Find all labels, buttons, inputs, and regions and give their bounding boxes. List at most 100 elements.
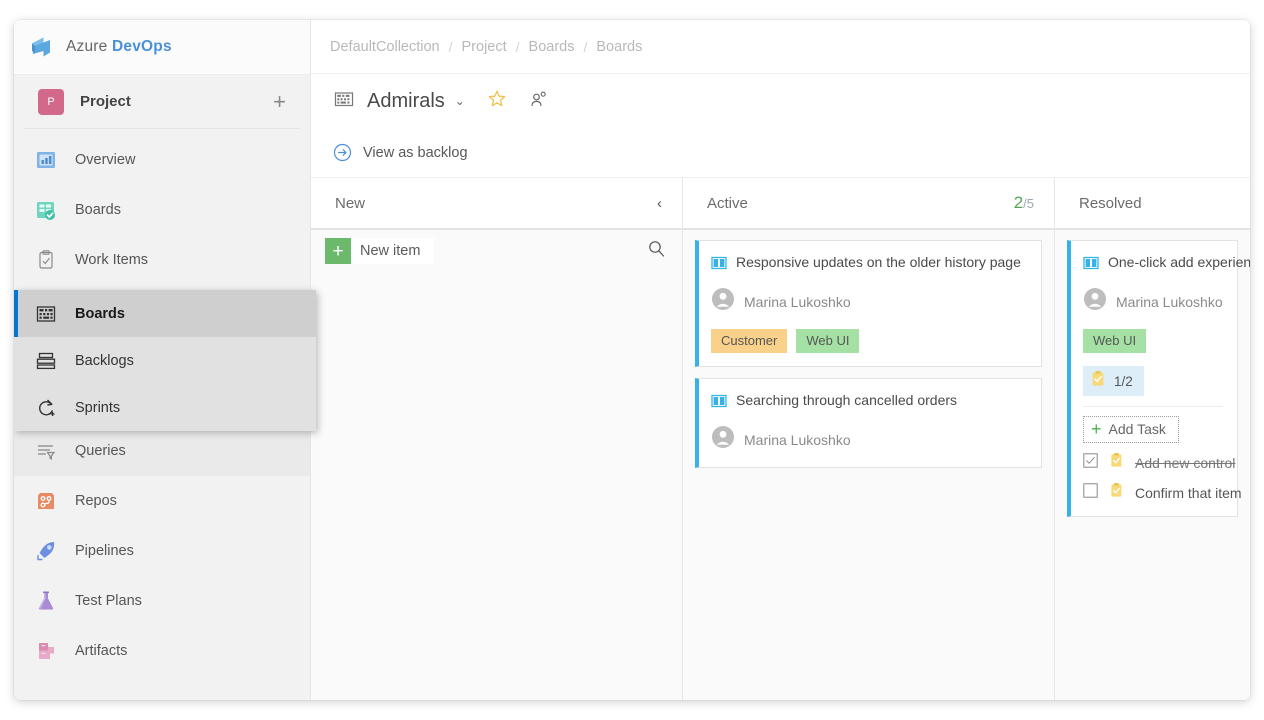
user-story-icon: [711, 393, 727, 414]
card-tags: Customer Web UI: [711, 329, 1027, 353]
board-column-new: New ‹ + New item: [311, 178, 683, 700]
boards-icon: [333, 88, 355, 115]
breadcrumb-item-project[interactable]: Project: [453, 39, 516, 55]
sidebar-item-test-plans[interactable]: Test Plans: [14, 576, 310, 626]
board-card[interactable]: Responsive updates on the older history …: [695, 240, 1042, 367]
add-project-icon[interactable]: +: [273, 91, 286, 113]
add-task-label: Add Task: [1109, 421, 1166, 437]
collapse-column-icon[interactable]: ‹: [657, 195, 662, 212]
column-wip-count: 2/5: [1014, 193, 1034, 213]
work-items-icon: [32, 249, 60, 271]
people-icon[interactable]: [529, 89, 549, 114]
board-card[interactable]: Searching through cancelled orders Mari: [695, 378, 1042, 468]
flyout-item-boards[interactable]: Boards: [14, 290, 316, 337]
task-row[interactable]: Confirm that item: [1083, 482, 1223, 503]
sidebar-item-label: Artifacts: [75, 643, 127, 659]
breadcrumb-item-boards-hub[interactable]: Boards: [520, 39, 584, 55]
star-icon[interactable]: [487, 89, 507, 114]
view-as-backlog-label: View as backlog: [363, 145, 468, 161]
sidebar-item-work-items[interactable]: Work Items: [14, 235, 310, 285]
organization-header[interactable]: Azure DevOps: [14, 20, 310, 75]
board-title-row: Admirals ⌄: [311, 74, 1250, 128]
kanban-board: New ‹ + New item: [311, 178, 1250, 700]
sidebar-item-label: Repos: [75, 493, 117, 509]
task-row[interactable]: Add new control: [1083, 452, 1223, 473]
search-icon[interactable]: [647, 239, 668, 263]
azure-devops-window: Azure DevOps P Project + Overview: [14, 20, 1250, 700]
board-toolbar: View as backlog: [311, 128, 1250, 178]
plus-icon: +: [325, 238, 351, 264]
column-body: + New item: [311, 228, 682, 700]
checkbox-checked-icon[interactable]: [1083, 453, 1098, 473]
flyout-item-sprints[interactable]: Sprints: [14, 384, 316, 431]
flyout-item-label: Sprints: [75, 400, 120, 416]
sidebar-item-overview[interactable]: Overview: [14, 135, 310, 185]
task-text: Confirm that item: [1135, 485, 1242, 501]
flyout-item-backlogs[interactable]: Backlogs: [14, 337, 316, 384]
flyout-item-label: Boards: [75, 306, 125, 322]
card-assignee: Marina Lukoshko: [711, 425, 1027, 454]
card-tag[interactable]: Web UI: [796, 329, 859, 353]
repos-icon: [32, 490, 60, 512]
sidebar-item-label: Test Plans: [75, 593, 142, 609]
card-title-row: One-click add experience: [1083, 253, 1223, 276]
sidebar-item-label: Overview: [75, 152, 135, 168]
sidebar-item-repos[interactable]: Repos: [14, 476, 310, 526]
wip-limit: /5: [1023, 196, 1034, 211]
test-plans-icon: [32, 590, 60, 612]
task-icon: [1109, 452, 1124, 473]
card-assignee: Marina Lukoshko: [1083, 287, 1223, 316]
card-tag[interactable]: Web UI: [1083, 329, 1146, 353]
new-item-row: + New item: [325, 238, 668, 264]
breadcrumb-item-collection[interactable]: DefaultCollection: [321, 39, 449, 55]
task-text: Add new control: [1135, 455, 1235, 471]
column-header: New ‹: [311, 178, 682, 228]
new-item-button[interactable]: + New item: [325, 238, 434, 264]
sidebar-item-artifacts[interactable]: Artifacts: [14, 626, 310, 676]
breadcrumb-item-boards[interactable]: Boards: [587, 39, 651, 55]
card-tasks-section: + Add Task: [1083, 406, 1223, 503]
pipelines-icon: [32, 540, 60, 562]
task-icon: [1109, 482, 1124, 503]
arrow-right-circle-icon: [333, 143, 352, 162]
assignee-name: Marina Lukoshko: [744, 294, 851, 310]
sidebar: Azure DevOps P Project + Overview: [14, 20, 311, 700]
avatar: [1083, 287, 1107, 316]
organization-name: Azure DevOps: [66, 38, 172, 56]
checkbox-unchecked-icon[interactable]: [1083, 483, 1098, 503]
page-title: Admirals: [367, 90, 445, 113]
queries-icon: [32, 440, 60, 462]
card-title: Responsive updates on the older history …: [736, 253, 1021, 271]
breadcrumb: DefaultCollection / Project / Boards / B…: [311, 20, 1250, 74]
column-body: One-click add experience Marina Lukoshk: [1055, 228, 1250, 700]
sprints-icon: [32, 397, 60, 419]
card-title-row: Responsive updates on the older history …: [711, 253, 1027, 276]
task-icon: [1090, 370, 1106, 392]
sidebar-item-pipelines[interactable]: Pipelines: [14, 526, 310, 576]
task-progress-text: 1/2: [1114, 374, 1133, 389]
column-title: Active: [707, 195, 1014, 212]
boards-flyout-menu: Boards Backlogs: [14, 290, 316, 431]
sidebar-item-label: Work Items: [75, 252, 148, 268]
assignee-name: Marina Lukoshko: [1116, 294, 1223, 310]
card-tag[interactable]: Customer: [711, 329, 787, 353]
sidebar-item-boards-hub[interactable]: Boards: [14, 185, 310, 235]
column-body: Responsive updates on the older history …: [683, 228, 1054, 700]
azure-devops-logo-icon: [28, 34, 54, 60]
column-title: Resolved: [1079, 195, 1230, 212]
column-title: New: [335, 195, 657, 212]
avatar: [711, 287, 735, 316]
board-card[interactable]: One-click add experience Marina Lukoshk: [1067, 240, 1238, 517]
artifacts-icon: [32, 640, 60, 662]
card-title-row: Searching through cancelled orders: [711, 391, 1027, 414]
overview-icon: [32, 149, 60, 171]
project-row[interactable]: P Project +: [24, 75, 300, 129]
chevron-down-icon[interactable]: ⌄: [455, 94, 465, 108]
add-task-button[interactable]: + Add Task: [1083, 416, 1179, 443]
sidebar-item-queries[interactable]: Queries: [14, 426, 310, 476]
avatar: [711, 425, 735, 454]
view-as-backlog-button[interactable]: View as backlog: [333, 143, 468, 162]
assignee-name: Marina Lukoshko: [744, 432, 851, 448]
new-item-label: New item: [351, 243, 434, 259]
card-title: Searching through cancelled orders: [736, 391, 957, 409]
